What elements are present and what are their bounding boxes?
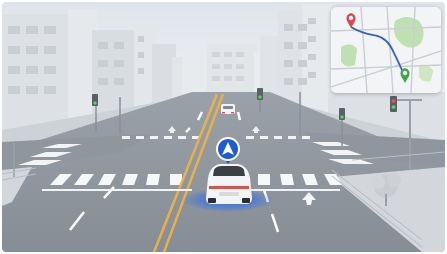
minimap[interactable] (331, 7, 441, 93)
park-area-small (341, 44, 357, 67)
distant-car (221, 104, 235, 114)
ego-vehicle (206, 164, 252, 204)
driving-scene-frame (2, 2, 445, 252)
minimap-map (331, 7, 441, 93)
